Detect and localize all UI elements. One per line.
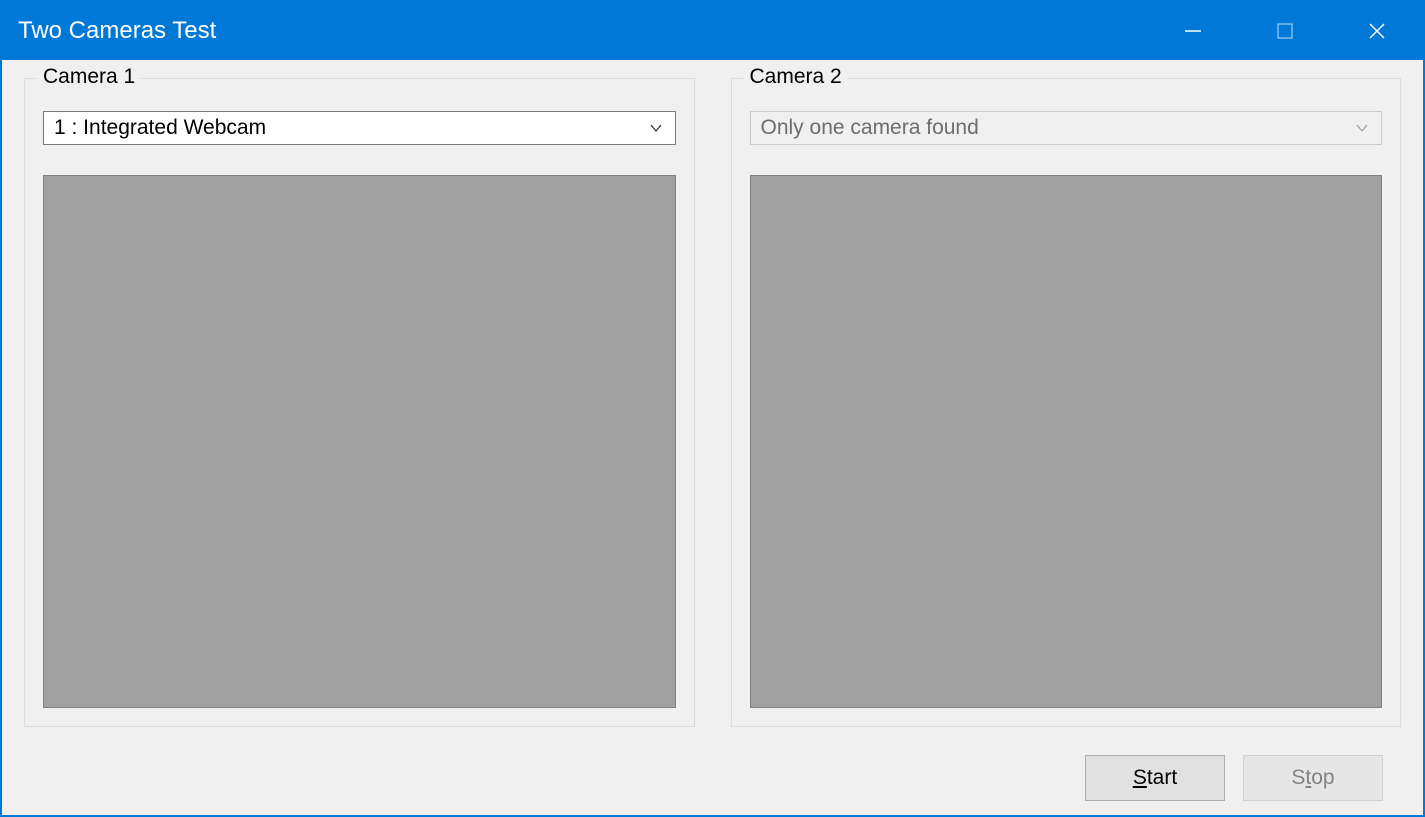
camera1-legend: Camera 1 <box>37 65 141 89</box>
button-row: Start Stop <box>24 727 1401 801</box>
title-bar: Two Cameras Test <box>2 2 1423 60</box>
stop-button: Stop <box>1243 755 1383 801</box>
camera1-preview <box>43 175 676 708</box>
minimize-icon <box>1183 21 1203 41</box>
maximize-icon <box>1275 21 1295 41</box>
minimize-button[interactable] <box>1147 2 1239 60</box>
client-area: Camera 1 1 : Integrated Webcam Camera 2 … <box>2 60 1423 815</box>
maximize-button <box>1239 2 1331 60</box>
camera2-select: Only one camera found <box>750 111 1383 145</box>
window-title: Two Cameras Test <box>2 17 216 45</box>
camera2-preview <box>750 175 1383 708</box>
camera1-select[interactable]: 1 : Integrated Webcam <box>43 111 676 145</box>
close-button[interactable] <box>1331 2 1423 60</box>
close-icon <box>1367 21 1387 41</box>
chevron-down-icon <box>1353 121 1371 135</box>
camera2-group: Camera 2 Only one camera found <box>731 78 1402 727</box>
camera1-group: Camera 1 1 : Integrated Webcam <box>24 78 695 727</box>
camera-panels: Camera 1 1 : Integrated Webcam Camera 2 … <box>24 78 1401 727</box>
chevron-down-icon <box>647 121 665 135</box>
camera2-select-value: Only one camera found <box>761 116 1354 140</box>
camera1-select-value: 1 : Integrated Webcam <box>54 116 647 140</box>
start-button[interactable]: Start <box>1085 755 1225 801</box>
camera2-legend: Camera 2 <box>744 65 848 89</box>
app-window: Two Cameras Test Camera 1 1 : Integrated… <box>2 2 1423 815</box>
